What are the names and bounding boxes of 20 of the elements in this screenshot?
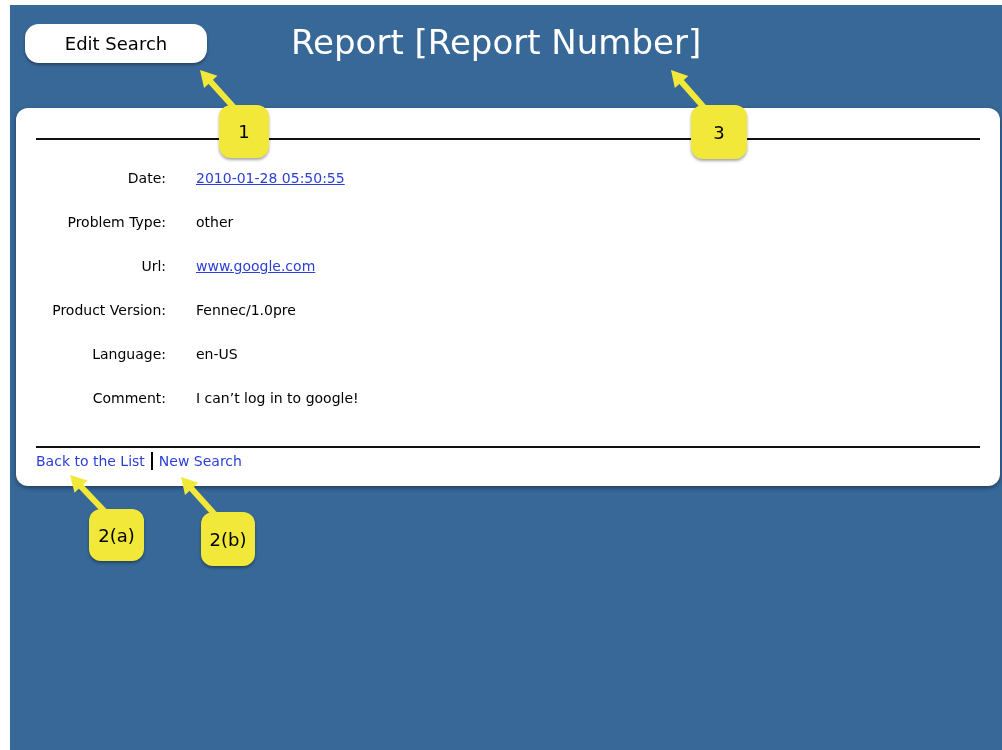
- field-label: Date:: [127, 170, 166, 186]
- field-label: Url:: [141, 258, 166, 274]
- field-link[interactable]: www.google.com: [196, 258, 316, 274]
- field-label: Product Version:: [52, 302, 166, 318]
- field-link[interactable]: 2010-01-28 05:50:55: [196, 170, 345, 186]
- callout-badge: 2(a): [89, 509, 144, 561]
- page-title: Report [Report Number]: [291, 22, 702, 62]
- field-value: en-US: [196, 346, 238, 362]
- callout-badge: 3: [691, 105, 747, 159]
- field-value: Fennec/1.0pre: [196, 302, 296, 318]
- field-label: Comment:: [92, 390, 166, 406]
- footer-link[interactable]: New Search: [158, 453, 242, 469]
- field-label: Language:: [92, 346, 166, 362]
- edit-search-button[interactable]: Edit Search: [25, 24, 207, 63]
- footer-link[interactable]: Back to the List: [36, 453, 145, 469]
- callout-badge: 2(b): [201, 512, 255, 566]
- field-label: Problem Type:: [67, 214, 166, 230]
- field-value: other: [196, 214, 234, 230]
- callout-badge: 1: [219, 105, 269, 158]
- field-value: I can’t log in to google!: [196, 390, 359, 406]
